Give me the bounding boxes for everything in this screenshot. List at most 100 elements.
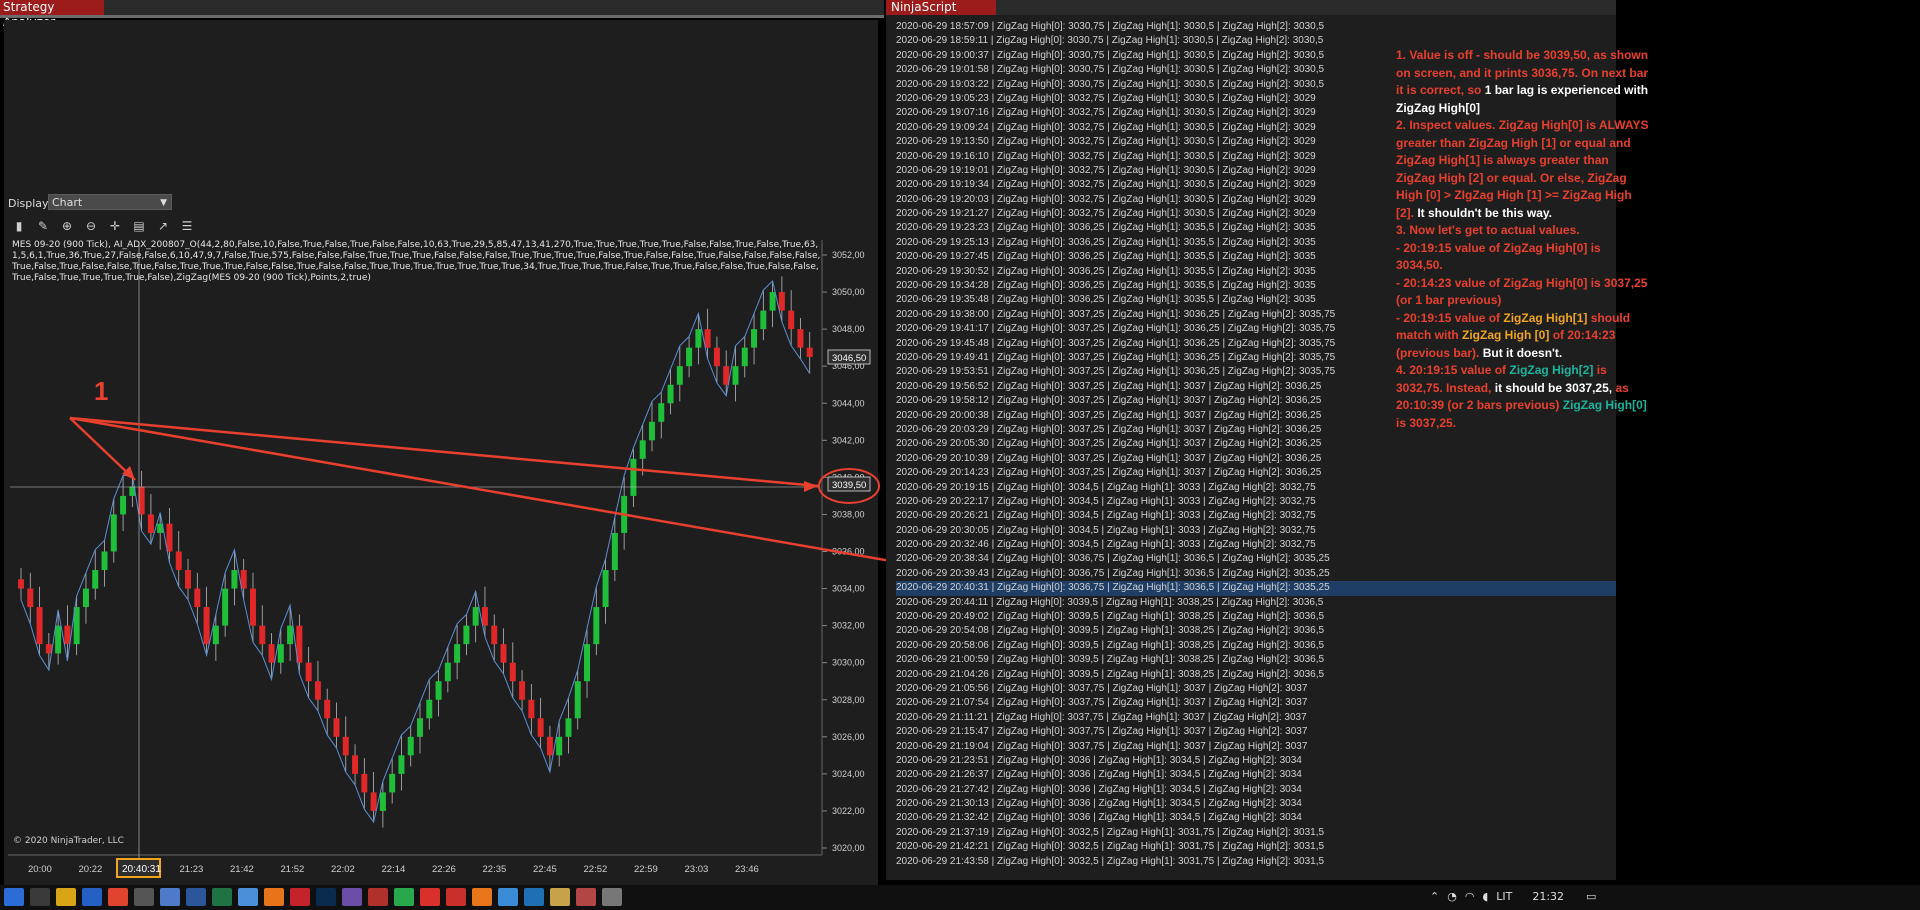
document-icon[interactable]: [160, 888, 180, 906]
output-line[interactable]: 2020-06-29 21:05:56 | ZigZag High[0]: 30…: [896, 682, 1616, 696]
vlc-icon[interactable]: [264, 888, 284, 906]
output-line[interactable]: 2020-06-29 20:58:06 | ZigZag High[0]: 30…: [896, 639, 1616, 653]
wifi-icon[interactable]: ◠: [1465, 889, 1475, 905]
x-tick-label: 22:26: [432, 864, 456, 875]
output-line[interactable]: 2020-06-29 21:19:04 | ZigZag High[0]: 30…: [896, 740, 1616, 754]
candle: [18, 579, 24, 589]
x-tick-label: 22:35: [483, 864, 507, 875]
photos-icon[interactable]: [524, 888, 544, 906]
candle: [55, 625, 62, 654]
output-line[interactable]: 2020-06-29 20:44:11 | ZigZag High[0]: 30…: [896, 596, 1616, 610]
candle: [147, 514, 154, 533]
output-line[interactable]: 2020-06-29 20:26:21 | ZigZag High[0]: 30…: [896, 509, 1616, 523]
candle: [398, 755, 405, 774]
output-line[interactable]: 2020-06-29 20:49:02 | ZigZag High[0]: 30…: [896, 610, 1616, 624]
output-line[interactable]: 2020-06-29 20:30:05 | ZigZag High[0]: 30…: [896, 524, 1616, 538]
output-line[interactable]: 2020-06-29 20:22:17 | ZigZag High[0]: 30…: [896, 495, 1616, 509]
x-tick-label: 22:52: [584, 864, 608, 875]
candle: [454, 644, 461, 663]
output-line[interactable]: 2020-06-29 21:26:37 | ZigZag High[0]: 30…: [896, 768, 1616, 782]
output-line[interactable]: 2020-06-29 21:00:59 | ZigZag High[0]: 30…: [896, 653, 1616, 667]
app-red-icon[interactable]: [446, 888, 466, 906]
annotation-number-1: 1: [94, 376, 108, 406]
notifications-icon[interactable]: ▭: [1586, 889, 1596, 905]
camera-icon[interactable]: [368, 888, 388, 906]
candle: [713, 347, 720, 367]
photoshop-icon[interactable]: [316, 888, 336, 906]
calculator-icon[interactable]: [134, 888, 154, 906]
output-line[interactable]: 2020-06-29 20:14:23 | ZigZag High[0]: 30…: [896, 466, 1616, 480]
folder-icon[interactable]: [56, 888, 76, 906]
output-line[interactable]: 2020-06-29 20:32:46 | ZigZag High[0]: 30…: [896, 538, 1616, 552]
candle: [658, 403, 665, 422]
chevron-up-icon[interactable]: ⌃: [1430, 889, 1439, 905]
candle: [435, 681, 442, 700]
candle: [797, 329, 804, 348]
candle: [352, 755, 359, 774]
taskbar-icons: [4, 888, 622, 906]
output-line[interactable]: 2020-06-29 20:54:08 | ZigZag High[0]: 30…: [896, 624, 1616, 638]
note-3c: - 20:14:23 value of ZigZag High[0] is 30…: [1396, 275, 1648, 308]
windows-start-icon[interactable]: [4, 888, 24, 906]
candle: [574, 681, 581, 719]
output-line[interactable]: 2020-06-29 21:43:58 | ZigZag High[0]: 30…: [896, 855, 1616, 869]
annotation-notes: 1. Value is off - should be 3039,50, as …: [1396, 47, 1650, 432]
output-line[interactable]: 2020-06-29 21:32:42 | ZigZag High[0]: 30…: [896, 811, 1616, 825]
volume-icon[interactable]: ◖: [1482, 889, 1488, 905]
output-line[interactable]: 2020-06-29 21:11:21 | ZigZag High[0]: 30…: [896, 711, 1616, 725]
paint-icon[interactable]: [238, 888, 258, 906]
candle: [704, 329, 711, 348]
output-line[interactable]: 2020-06-29 20:39:43 | ZigZag High[0]: 30…: [896, 567, 1616, 581]
candle: [788, 310, 795, 330]
ccleaner-icon[interactable]: [420, 888, 440, 906]
candle: [584, 644, 591, 682]
snip-icon[interactable]: [602, 888, 622, 906]
output-line[interactable]: 2020-06-29 20:10:39 | ZigZag High[0]: 30…: [896, 452, 1616, 466]
output-line[interactable]: 2020-06-29 21:46:36 | ZigZag High[0]: 30…: [896, 869, 1616, 870]
app-green-icon[interactable]: [394, 888, 414, 906]
language-indicator[interactable]: LIT: [1496, 889, 1512, 905]
y-tick-label: 3052,00: [832, 250, 865, 260]
chrome-icon[interactable]: [108, 888, 128, 906]
output-line[interactable]: 2020-06-29 18:57:09 | ZigZag High[0]: 30…: [896, 20, 1616, 34]
candle: [203, 607, 210, 645]
candle: [472, 607, 479, 626]
ninjatrader-icon[interactable]: [576, 888, 596, 906]
output-line[interactable]: 2020-06-29 21:15:47 | ZigZag High[0]: 30…: [896, 725, 1616, 739]
ninjascript-output-tab[interactable]: NinjaScript Output: [886, 0, 996, 29]
x-tick-label: 22:45: [533, 864, 557, 875]
candle: [546, 736, 553, 756]
network-icon[interactable]: ◔: [1447, 889, 1457, 905]
output-line[interactable]: 2020-06-29 21:37:19 | ZigZag High[0]: 30…: [896, 826, 1616, 840]
pdf-icon[interactable]: [290, 888, 310, 906]
candle: [741, 347, 748, 367]
candle: [120, 495, 127, 515]
app-orange-icon[interactable]: [472, 888, 492, 906]
output-line[interactable]: 2020-06-29 20:19:15 | ZigZag High[0]: 30…: [896, 481, 1616, 495]
output-line[interactable]: 2020-06-29 21:42:21 | ZigZag High[0]: 30…: [896, 840, 1616, 854]
output-line[interactable]: 2020-06-29 21:27:42 | ZigZag High[0]: 30…: [896, 783, 1616, 797]
y-tick-label: 3030,00: [832, 658, 865, 668]
output-line[interactable]: 2020-06-29 21:23:51 | ZigZag High[0]: 30…: [896, 754, 1616, 768]
screenshot-icon[interactable]: [342, 888, 362, 906]
output-line[interactable]: 2020-06-29 21:30:13 | ZigZag High[0]: 30…: [896, 797, 1616, 811]
word-icon[interactable]: [186, 888, 206, 906]
output-line[interactable]: 2020-06-29 21:07:54 | ZigZag High[0]: 30…: [896, 696, 1616, 710]
candle: [556, 736, 563, 756]
output-line[interactable]: 2020-06-29 20:40:31 | ZigZag High[0]: 30…: [896, 581, 1616, 596]
output-line[interactable]: 2020-06-29 21:04:26 | ZigZag High[0]: 30…: [896, 668, 1616, 682]
folder2-icon[interactable]: [550, 888, 570, 906]
excel-icon[interactable]: [212, 888, 232, 906]
output-line[interactable]: 2020-06-29 20:05:30 | ZigZag High[0]: 30…: [896, 437, 1616, 451]
clock[interactable]: 21:32: [1532, 889, 1564, 905]
candle: [27, 588, 34, 608]
candle: [277, 644, 284, 663]
save-icon[interactable]: [82, 888, 102, 906]
x-tick-label: 23:46: [735, 864, 759, 875]
output-line[interactable]: 2020-06-29 20:38:34 | ZigZag High[0]: 30…: [896, 552, 1616, 566]
y-tick-label: 3022,00: [832, 806, 865, 816]
system-tray: ⌃ ◔ ◠ ◖ LIT 21:32 ▭: [1430, 889, 1596, 905]
candle: [751, 329, 758, 348]
monitor-icon[interactable]: [498, 888, 518, 906]
file-explorer-icon[interactable]: [30, 888, 50, 906]
